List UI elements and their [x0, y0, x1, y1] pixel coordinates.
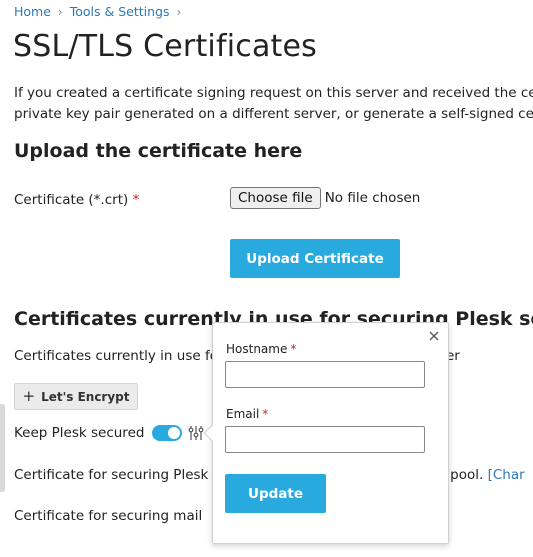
required-marker: *	[132, 192, 140, 208]
lets-encrypt-button-label: Let's Encrypt	[41, 389, 130, 404]
update-button[interactable]: Update	[225, 474, 326, 513]
choose-file-button[interactable]: Choose file	[230, 187, 321, 209]
keep-plesk-secured-row: Keep Plesk secured	[14, 425, 214, 441]
page-title: SSL/TLS Certificates	[13, 29, 317, 64]
intro-text: If you created a certificate signing req…	[14, 83, 533, 125]
side-panel-handle[interactable]	[0, 404, 5, 492]
lets-encrypt-popover: Hostname * Email * Update	[203, 322, 449, 544]
intro-line-1: If you created a certificate signing req…	[14, 85, 533, 101]
plus-icon: +	[22, 387, 36, 405]
hostname-label-text: Hostname	[226, 342, 288, 356]
change-certificate-link[interactable]: [Char	[488, 467, 525, 483]
hostname-label: Hostname *	[226, 342, 296, 356]
email-label: Email *	[226, 407, 268, 421]
chevron-right-icon: ›	[57, 4, 63, 19]
upload-certificate-button[interactable]: Upload Certificate	[230, 239, 400, 278]
hostname-input[interactable]	[225, 361, 425, 388]
email-input[interactable]	[225, 426, 425, 453]
breadcrumb-tools-settings-link[interactable]: Tools & Settings	[70, 4, 170, 19]
certificate-file-input: Choose file No file chosen	[230, 187, 420, 209]
plesk-certificate-label: Certificate for securing Plesk	[14, 467, 209, 483]
lets-encrypt-button[interactable]: + Let's Encrypt	[14, 383, 138, 410]
file-status-text: No file chosen	[324, 190, 421, 206]
required-marker: *	[262, 407, 269, 421]
upload-section-title: Upload the certificate here	[14, 140, 303, 162]
current-description-text: Certificates currently in use for	[14, 348, 224, 364]
chevron-right-icon: ›	[176, 4, 182, 19]
certificate-field-label: Certificate (*.crt) *	[14, 192, 139, 208]
toggle-knob	[168, 427, 181, 439]
breadcrumb-home-link[interactable]: Home	[14, 4, 51, 19]
required-marker: *	[290, 342, 297, 356]
keep-plesk-secured-label: Keep Plesk secured	[14, 425, 145, 441]
email-label-text: Email	[226, 407, 260, 421]
settings-sliders-icon[interactable]	[188, 425, 204, 441]
close-icon[interactable]	[427, 329, 441, 343]
breadcrumb: Home › Tools & Settings ›	[14, 4, 188, 19]
intro-line-2: private key pair generated on a differen…	[14, 106, 533, 122]
keep-plesk-secured-toggle[interactable]	[152, 425, 183, 441]
mail-certificate-label: Certificate for securing mail	[14, 508, 203, 524]
certificate-field-label-text: Certificate (*.crt)	[14, 192, 129, 208]
